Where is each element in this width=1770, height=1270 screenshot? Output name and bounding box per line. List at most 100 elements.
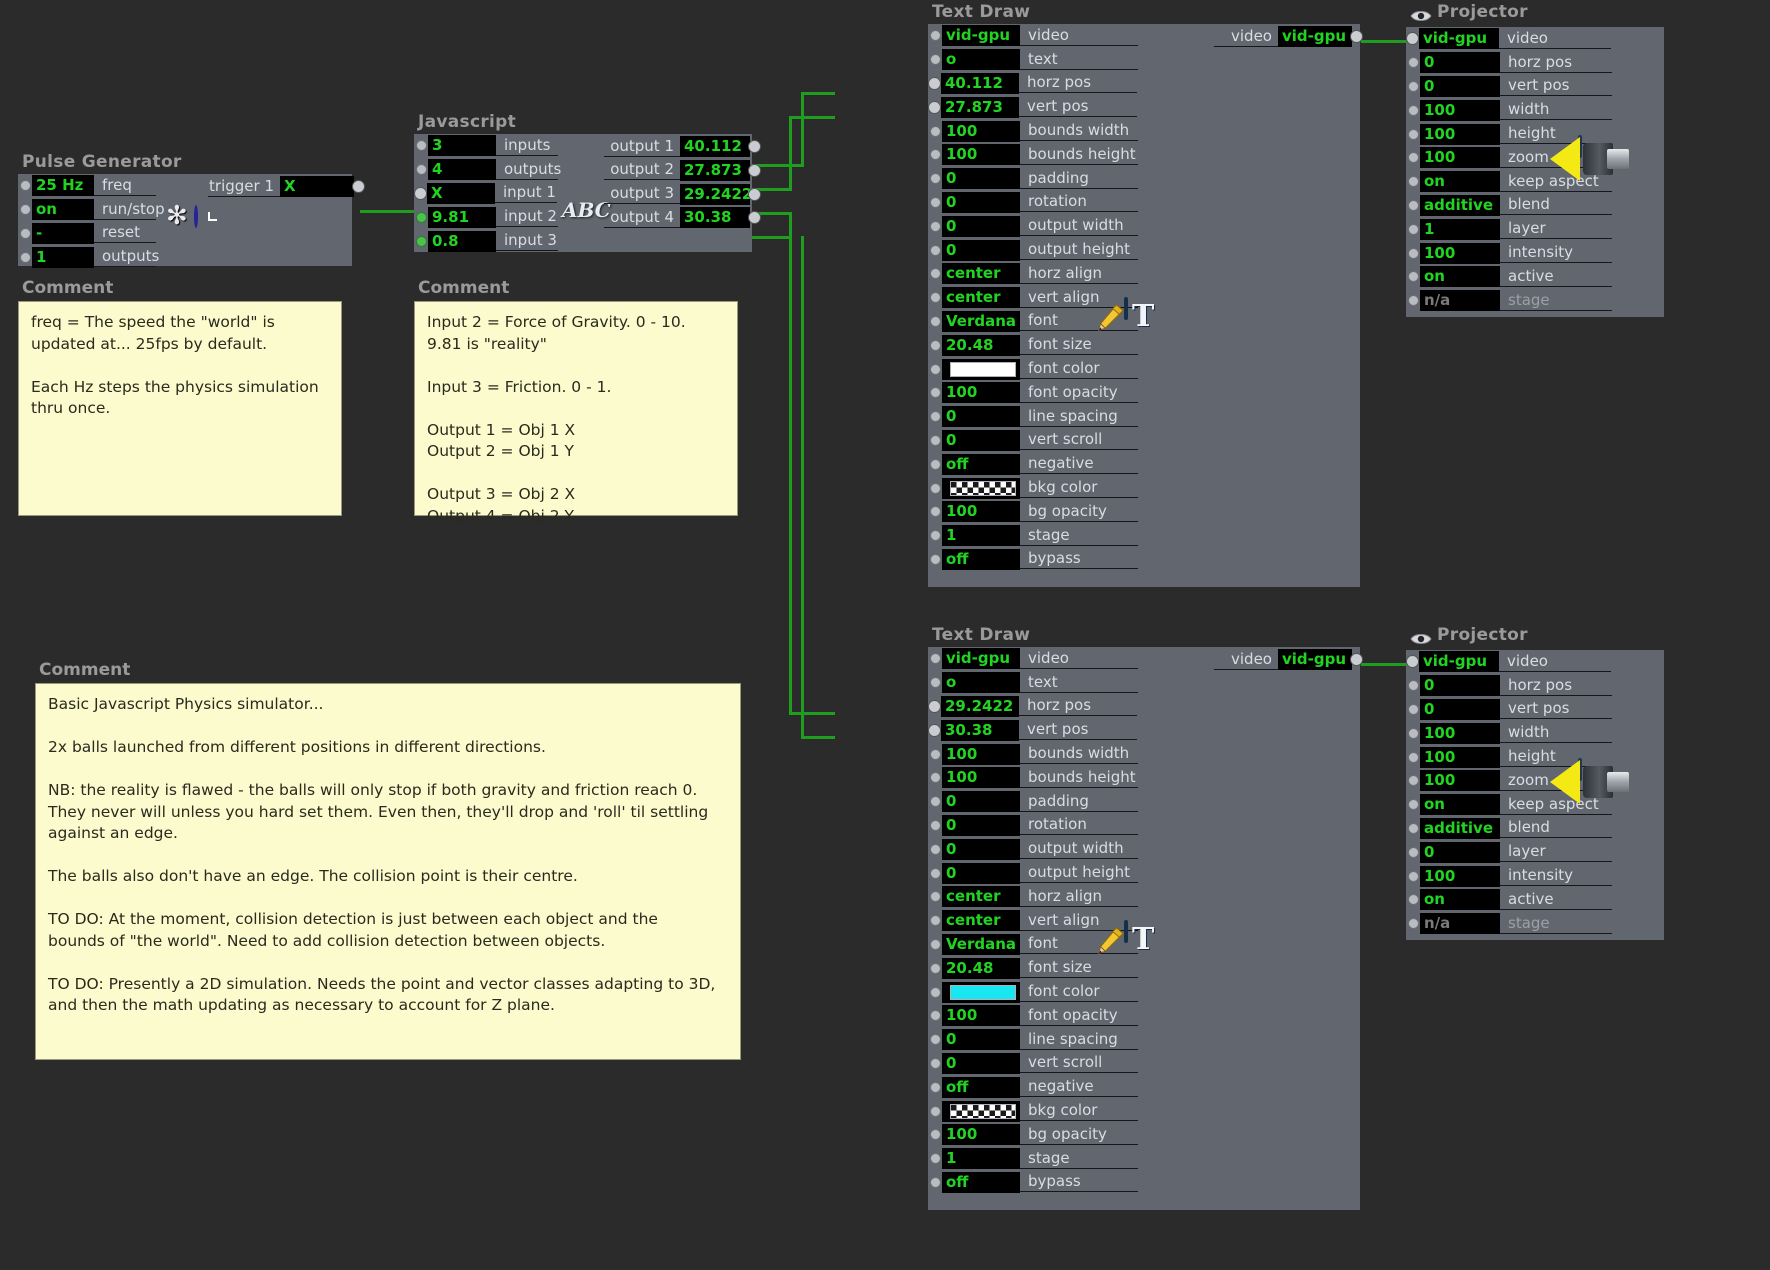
value-font-color[interactable] <box>942 981 1020 1003</box>
plug-font-icon[interactable] <box>930 938 941 950</box>
plug-bypass-icon[interactable] <box>930 553 941 565</box>
value-active[interactable]: on <box>1420 266 1500 288</box>
value-video[interactable]: vid-gpu <box>1419 28 1499 50</box>
value-width[interactable]: 100 <box>1420 722 1500 744</box>
plug-height-icon[interactable] <box>1408 128 1419 140</box>
row-stage[interactable]: n/a stage <box>1406 289 1664 313</box>
plug-js-input-2-icon[interactable] <box>416 211 427 223</box>
plug-bounds-height-icon[interactable] <box>930 772 941 784</box>
value-js-inputs[interactable]: 3 <box>428 135 496 157</box>
value-bypass[interactable]: off <box>942 548 1020 570</box>
projector-2-rows[interactable]: vid-gpu video 0 horz pos 0 vert pos 100 width 10… <box>1406 650 1664 936</box>
plug-run-stop-icon[interactable] <box>20 204 31 216</box>
plug-active-icon[interactable] <box>1408 271 1419 283</box>
plug-td1-video-out-icon[interactable] <box>1350 30 1363 43</box>
value-height[interactable]: 100 <box>1420 746 1500 768</box>
row-horz-align[interactable]: center horz align <box>928 262 1360 286</box>
value-horz-pos[interactable]: 0 <box>1420 52 1500 74</box>
node-projector-1[interactable]: Projector vid-gpu video 0 horz pos 0 vert pos… <box>1406 2 1664 317</box>
row-horz-pos[interactable]: 0 horz pos <box>1406 674 1664 698</box>
value-bg-opacity[interactable]: 100 <box>942 1124 1020 1146</box>
plug-bounds-height-icon[interactable] <box>930 149 941 161</box>
value-vert-pos[interactable]: 0 <box>1420 75 1500 97</box>
plug-vert-pos-icon[interactable] <box>1408 80 1419 92</box>
value-vert-pos[interactable]: 0 <box>1420 698 1500 720</box>
value-bounds-width[interactable]: 100 <box>942 743 1020 765</box>
value-bounds-height[interactable]: 100 <box>942 144 1020 166</box>
plug-js-output-3-icon[interactable] <box>748 187 761 201</box>
plug-zoom-icon[interactable] <box>1408 775 1419 787</box>
plug-bg-opacity-icon[interactable] <box>930 1129 941 1141</box>
value-zoom[interactable]: 100 <box>1420 147 1500 169</box>
plug-js-input-1-icon[interactable] <box>414 186 427 200</box>
value-intensity[interactable]: 100 <box>1420 242 1500 264</box>
row-vert-pos[interactable]: 27.873 vert pos <box>928 95 1360 119</box>
comment-inputs-outputs-body[interactable]: Input 2 = Force of Gravity. 0 - 10. 9.81… <box>414 301 738 525</box>
plug-bkg-color-icon[interactable] <box>930 482 941 494</box>
row-text[interactable]: o text <box>928 671 1360 695</box>
plug-line-spacing-icon[interactable] <box>930 1034 941 1046</box>
plug-font-opacity-icon[interactable] <box>930 387 941 399</box>
value-video[interactable]: vid-gpu <box>942 25 1020 47</box>
row-rotation[interactable]: 0 rotation <box>928 814 1360 838</box>
plug-stage-icon[interactable] <box>930 530 941 542</box>
value-bypass[interactable]: off <box>942 1171 1020 1193</box>
row-stage[interactable]: n/a stage <box>1406 912 1664 936</box>
plug-reset-icon[interactable] <box>20 227 31 239</box>
plug-width-icon[interactable] <box>1408 104 1419 116</box>
value-freq[interactable]: 25 Hz <box>32 175 94 197</box>
plug-vert-scroll-icon[interactable] <box>930 1057 941 1069</box>
row-video[interactable]: vid-gpu video <box>1406 650 1664 674</box>
plug-intensity-icon[interactable] <box>1408 247 1419 259</box>
plug-vert-pos-icon[interactable] <box>928 100 941 114</box>
value-js-input-1[interactable]: X <box>427 182 495 204</box>
value-layer[interactable]: 1 <box>1420 218 1500 240</box>
value-js-output-1[interactable]: 40.112 <box>680 136 750 157</box>
value-intensity[interactable]: 100 <box>1420 865 1500 887</box>
projector-2-body[interactable]: vid-gpu video 0 horz pos 0 vert pos 100 width 10… <box>1406 650 1664 940</box>
plug-bounds-width-icon[interactable] <box>930 748 941 760</box>
row-height[interactable]: 100 height <box>1406 122 1664 146</box>
value-horz-align[interactable]: center <box>942 263 1020 285</box>
value-rotation[interactable]: 0 <box>942 814 1020 836</box>
plug-outputs-icon[interactable] <box>20 251 31 263</box>
plug-horz-pos-icon[interactable] <box>1408 57 1419 69</box>
value-rotation[interactable]: 0 <box>942 191 1020 213</box>
plug-js-inputs-icon[interactable] <box>416 140 427 152</box>
row-bypass[interactable]: off bypass <box>928 548 1360 572</box>
row-js-output-4[interactable]: output 4 30.38 <box>604 207 762 229</box>
row-horz-pos[interactable]: 0 horz pos <box>1406 51 1664 75</box>
color-swatch[interactable] <box>950 984 1016 1000</box>
value-td1-video-out[interactable]: vid-gpu <box>1278 26 1352 47</box>
row-stage[interactable]: 1 stage <box>928 1147 1360 1171</box>
plug-js-output-2-icon[interactable] <box>748 163 761 177</box>
row-js-input-3[interactable]: 0.8 input 3 <box>414 229 752 253</box>
comment-overview-body[interactable]: Basic Javascript Physics simulator... 2x… <box>35 683 741 1060</box>
plug-js-output-1-icon[interactable] <box>748 140 761 153</box>
plug-horz-pos-icon[interactable] <box>928 699 941 713</box>
value-js-output-2[interactable]: 27.873 <box>680 159 750 181</box>
value-outputs[interactable]: 1 <box>32 246 94 268</box>
plug-blend-icon[interactable] <box>1408 199 1419 211</box>
value-js-outputs[interactable]: 4 <box>428 159 496 181</box>
plug-stage-icon[interactable] <box>1408 295 1419 307</box>
plug-font-size-icon[interactable] <box>930 962 941 974</box>
value-line-spacing[interactable]: 0 <box>942 1029 1020 1051</box>
row-vert-pos[interactable]: 0 vert pos <box>1406 75 1664 99</box>
plug-negative-icon[interactable] <box>930 1081 941 1093</box>
row-trigger-1[interactable]: trigger 1 X <box>208 176 366 197</box>
value-zoom[interactable]: 100 <box>1420 770 1500 792</box>
row-vert-scroll[interactable]: 0 vert scroll <box>928 1052 1360 1076</box>
plug-line-spacing-icon[interactable] <box>930 411 941 423</box>
plug-font-color-icon[interactable] <box>930 986 941 998</box>
row-height[interactable]: 100 height <box>1406 745 1664 769</box>
plug-font-color-icon[interactable] <box>930 363 941 375</box>
row-td1-video-out[interactable]: video vid-gpu <box>1214 26 1364 47</box>
row-horz-align[interactable]: center horz align <box>928 885 1360 909</box>
plug-bypass-icon[interactable] <box>930 1176 941 1188</box>
value-vert-align[interactable]: center <box>942 910 1020 932</box>
value-stage[interactable]: 1 <box>942 1148 1020 1170</box>
value-padding[interactable]: 0 <box>942 791 1020 813</box>
value-font[interactable]: Verdana <box>942 933 1020 955</box>
plug-text-icon[interactable] <box>930 677 941 689</box>
